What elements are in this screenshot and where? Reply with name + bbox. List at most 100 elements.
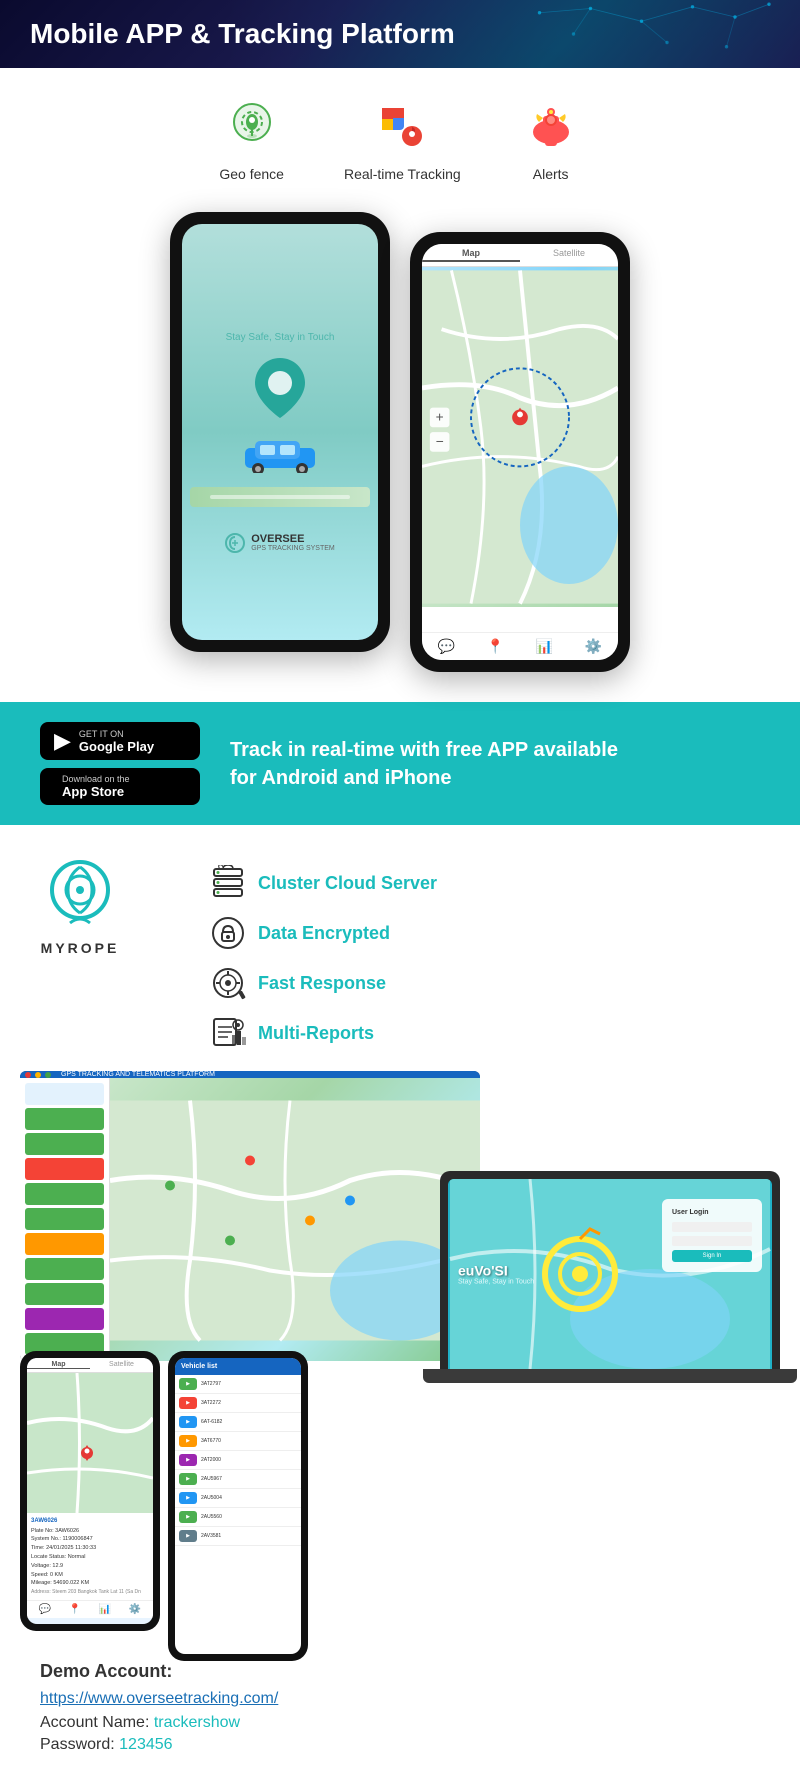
bottom-phone-left-screen: Map Satellite	[27, 1358, 153, 1624]
address-info: Address: Steem 203 Bangkok Tank Lat 11 (…	[31, 1588, 149, 1596]
demo-link[interactable]: https://www.overseetracking.com/	[40, 1690, 760, 1708]
phone-map-left-svg	[27, 1373, 153, 1513]
account-value: trackershow	[154, 1714, 240, 1731]
topbar-dot-green	[45, 1072, 51, 1078]
login-button[interactable]: Sign In	[672, 1250, 752, 1262]
vehicle-id-text: 3AT2272	[201, 1400, 221, 1406]
list-item: ▶ 2AV3581	[175, 1527, 301, 1546]
dashboard-container: GPS TRACKING AND TELEMATICS PLATFORM	[20, 1071, 780, 1631]
nav-location-icon: 📍	[487, 638, 504, 655]
feature-multi-reports: Multi-Reports	[210, 1015, 760, 1051]
platform-sidebar	[20, 1078, 110, 1361]
tracking-icon	[372, 98, 432, 158]
encrypted-label: Data Encrypted	[258, 923, 390, 944]
store-badges: ▶ GET IT ON Google Play Download on the …	[40, 722, 200, 805]
login-username-field	[672, 1222, 752, 1232]
google-play-badge[interactable]: ▶ GET IT ON Google Play	[40, 722, 200, 760]
feature-alerts: Alerts	[521, 98, 581, 182]
phone-left: Stay Safe, Stay in Touch	[170, 212, 390, 652]
list-item: ▶ 2AT2000	[175, 1451, 301, 1470]
nav-settings-icon: ⚙️	[585, 638, 602, 655]
topbar-dot-red	[25, 1072, 31, 1078]
main-platform-screen: GPS TRACKING AND TELEMATICS PLATFORM	[20, 1071, 480, 1361]
laptop-sub-text: Stay Safe, Stay in Touch	[458, 1279, 534, 1286]
lock-icon	[210, 915, 246, 951]
demo-title: Demo Account:	[40, 1661, 760, 1682]
platform-topbar: GPS TRACKING AND TELEMATICS PLATFORM	[20, 1071, 480, 1078]
google-play-text: GET IT ON Google Play	[79, 729, 154, 754]
demo-password-info: Password: 123456	[40, 1736, 760, 1754]
system-no: System No.: 1190006847	[31, 1535, 149, 1544]
feature-cluster: Cluster Cloud Server	[210, 865, 760, 901]
phone-screen-right: Map Satellite	[422, 244, 618, 660]
appstore-tagline: Track in real-time with free APP availab…	[230, 736, 618, 792]
satellite-tab: Satellite	[520, 248, 618, 262]
nav-msg-icon: 💬	[39, 1604, 51, 1615]
list-item: ▶ 3AT2797	[175, 1375, 301, 1394]
vehicle-list-scroll: ▶ 3AT2797 ▶ 3AT2272 ▶ 6AT-6182 ▶	[175, 1375, 301, 1654]
phone-screen-left: Stay Safe, Stay in Touch	[182, 224, 378, 640]
vehicle-dot: ▶	[179, 1473, 197, 1485]
apple-text: Download on the App Store	[62, 774, 130, 799]
fast-response-label: Fast Response	[258, 973, 386, 994]
apple-badge[interactable]: Download on the App Store	[40, 768, 200, 805]
laptop-device: User Login Sign In euVo'SI Stay Safe, St…	[440, 1171, 780, 1383]
laptop-brand-text: euVo'SI	[458, 1263, 534, 1279]
fast-response-icon	[210, 965, 246, 1001]
cluster-server-icon	[210, 865, 246, 901]
car-icon	[240, 433, 320, 473]
map-tabs: Map Satellite	[422, 244, 618, 267]
header-section: Mobile APP & Tracking Platform	[0, 0, 800, 68]
laptop-screen-outer: User Login Sign In euVo'SI Stay Safe, St…	[440, 1171, 780, 1369]
platform-content	[20, 1078, 480, 1361]
vehicle-dot: ▶	[179, 1397, 197, 1409]
account-label: Account Name:	[40, 1714, 154, 1731]
cluster-label: Cluster Cloud Server	[258, 873, 437, 894]
map-roads-svg: + −	[422, 267, 618, 607]
platform-screen-inner: GPS TRACKING AND TELEMATICS PLATFORM	[20, 1071, 480, 1361]
platform-title-label: GPS TRACKING AND TELEMATICS PLATFORM	[61, 1071, 215, 1078]
myrope-logo-area: MYROPE	[40, 855, 120, 956]
google-play-small: GET IT ON	[79, 729, 154, 739]
myrope-logo-icon	[40, 855, 120, 935]
speed-info: Speed: 0 KM	[31, 1571, 149, 1580]
nav-message-icon: 💬	[438, 638, 455, 655]
feature-fast-response: Fast Response	[210, 965, 760, 1001]
login-password-field	[672, 1236, 752, 1246]
bottom-phone-left: Map Satellite	[20, 1351, 160, 1631]
phone-right: Map Satellite	[410, 232, 630, 672]
bottom-nav-left: 💬 📍 📊 ⚙️	[27, 1600, 153, 1618]
alerts-label: Alerts	[533, 166, 569, 182]
myrope-brand-name: MYROPE	[41, 940, 120, 956]
voltage-info: Voltage: 12.9	[31, 1562, 149, 1571]
phone-left-map	[27, 1373, 153, 1513]
map-tab-small: Map	[27, 1361, 90, 1369]
dashboard-area: GPS TRACKING AND TELEMATICS PLATFORM	[0, 1071, 800, 1641]
list-item: ▶ 2AU5560	[175, 1508, 301, 1527]
gps-app-content: Stay Safe, Stay in Touch	[182, 224, 378, 640]
reports-icon	[210, 1015, 246, 1051]
laptop-brand: euVo'SI Stay Safe, Stay in Touch	[458, 1263, 534, 1286]
map-tab: Map	[422, 248, 520, 262]
vehicle-dot: ▶	[179, 1492, 197, 1504]
vehicle-id-text: 3AT6770	[201, 1438, 221, 1444]
vehicle-dot: ▶	[179, 1378, 197, 1390]
brand-sub: GPS TRACKING SYSTEM	[251, 545, 335, 552]
demo-section: Demo Account: https://www.overseetrackin…	[0, 1641, 800, 1788]
password-value: 123456	[119, 1736, 172, 1753]
nav-gear-icon: ⚙️	[129, 1604, 141, 1615]
list-item: ▶ 3AT6770	[175, 1432, 301, 1451]
vehicle-id-text: 2AU5560	[201, 1514, 222, 1520]
page-title: Mobile APP & Tracking Platform	[30, 18, 770, 50]
appstore-section: ▶ GET IT ON Google Play Download on the …	[0, 702, 800, 825]
platform-map	[110, 1078, 480, 1361]
vehicle-id-text: 2AU5967	[201, 1476, 222, 1482]
topbar-dot-yellow	[35, 1072, 41, 1078]
nav-chart-icon: 📊	[99, 1604, 111, 1615]
vehicle-dot: ▶	[179, 1416, 197, 1428]
vl-title: Vehicle list	[181, 1363, 217, 1370]
features-section: Geo fence Real-time Tracking	[0, 68, 800, 202]
phone-notch-right	[490, 232, 550, 244]
mileage-info: Mileage: 54690.022 KM	[31, 1579, 149, 1588]
nav-report-icon: 📊	[536, 638, 553, 655]
